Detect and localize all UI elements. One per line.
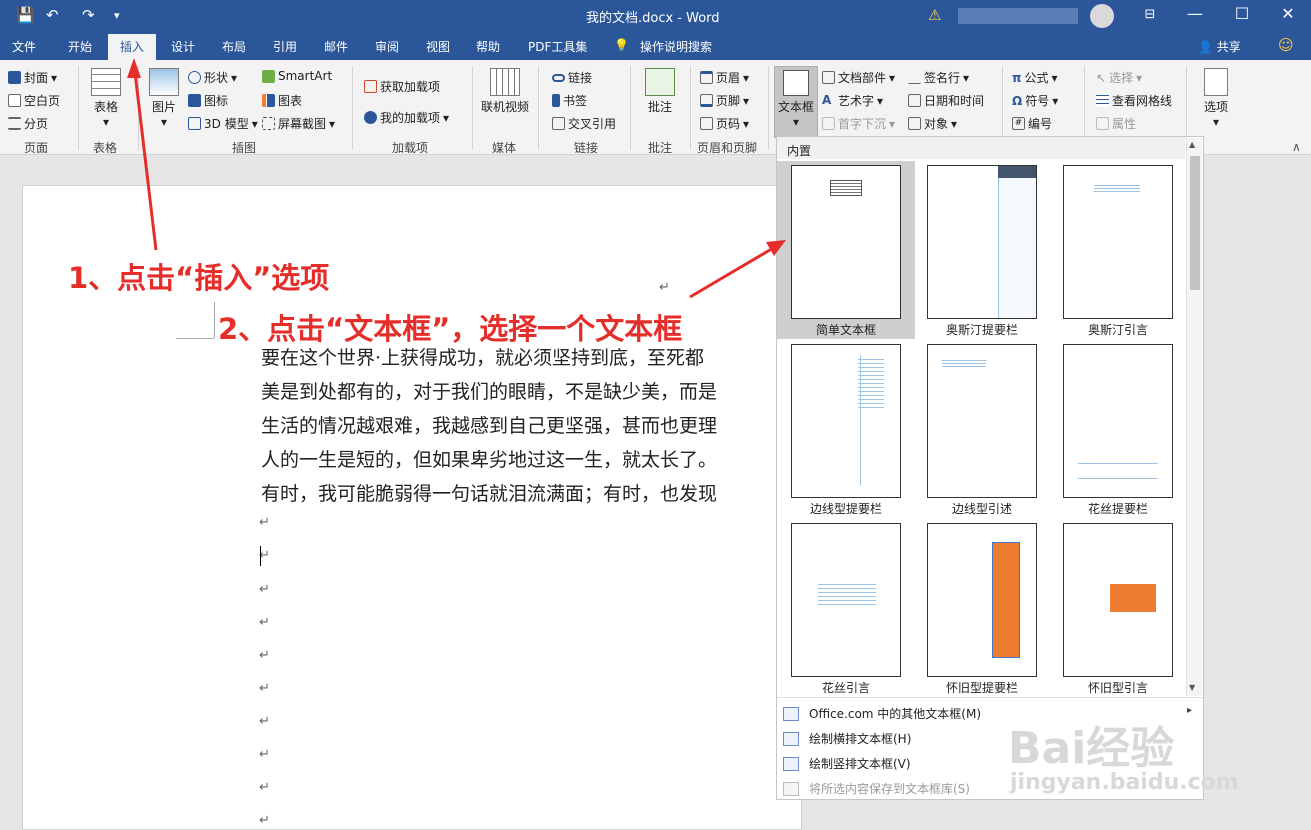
arrow-to-insert-tab (132, 63, 158, 251)
arrowhead (127, 58, 141, 78)
annotation-step-1: 1、点击“插入”选项 (68, 261, 330, 295)
watermark-logo: Bai经验 (1008, 723, 1175, 774)
annotation-arrows (127, 58, 786, 299)
watermark-url: jingyan.baidu.com (1010, 770, 1239, 795)
arrowhead (766, 240, 786, 256)
annotation-step-2: 2、点击“文本框”，选择一个文本框 (218, 312, 683, 346)
arrow-to-textbox (689, 242, 781, 299)
